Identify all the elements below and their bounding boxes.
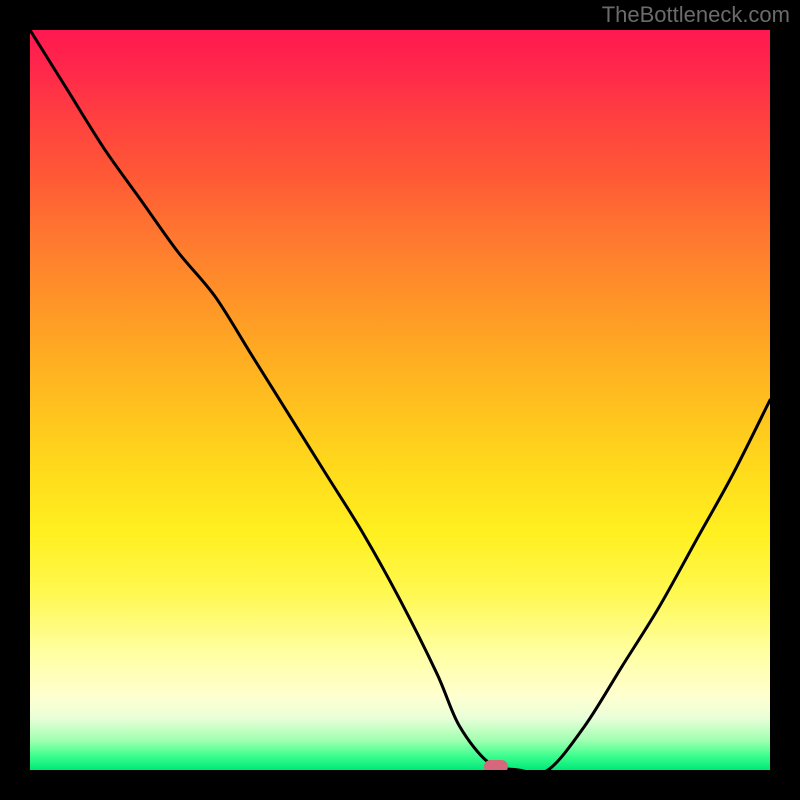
chart-curve: [30, 30, 770, 770]
watermark-text: TheBottleneck.com: [602, 2, 790, 28]
curve-path: [30, 30, 770, 770]
plot-area: [30, 30, 770, 770]
optimal-point-marker: [484, 760, 508, 770]
